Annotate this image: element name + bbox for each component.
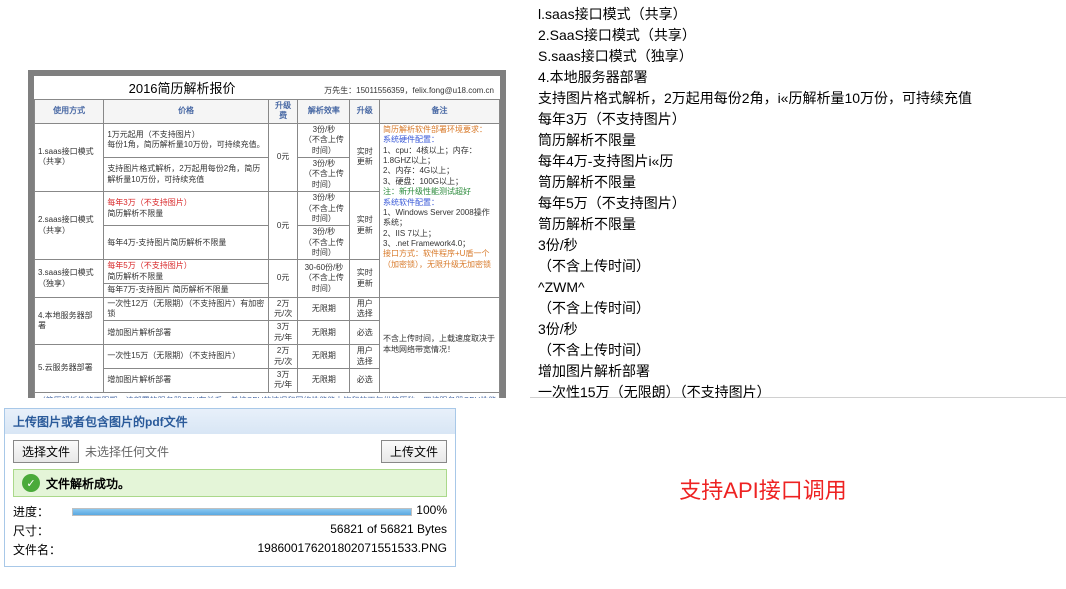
text-line: 筒历解析不限量 [538,130,1058,151]
doc-contact: 万先生：15011556359，felix.fong@u18.com.cn [324,85,494,96]
text-line: 笥历解析不限量 [538,214,1058,235]
choose-file-button[interactable]: 选择文件 [13,440,79,463]
text-line: 4.本地服务器部署 [538,67,1058,88]
text-line: 一次性15万（无限朗）（不支持图片） [538,382,1058,398]
doc-footnote: （简历解析性能不限期，请部署的服务器CPU有关系，单核CPU的情况和网络性能能力… [34,393,500,398]
text-line: S.saas接口模式（独享） [538,46,1058,67]
upload-panel: 上传图片或者包含图片的pdf文件 选择文件 未选择任何文件 上传文件 ✓ 文件解… [4,408,456,567]
text-line: （不含上传时间） [538,298,1058,319]
size-value: 56821 of 56821 Bytes [68,522,447,539]
check-icon: ✓ [22,474,40,492]
text-line: （不含上传时间） [538,340,1058,361]
success-message: ✓ 文件解析成功。 [13,469,447,497]
doc-title: 2016简历解析报价 [40,78,324,97]
size-label: 尺寸： [13,522,68,539]
progress-percent: 100% [416,503,447,520]
text-line: 增加图片解析部署 [538,361,1058,382]
progress-bar [72,508,412,516]
upload-header: 上传图片或者包含图片的pdf文件 [5,409,455,434]
api-support-text: 支持API接口调用 [460,398,1066,571]
text-line: 3份/秒 [538,235,1058,256]
text-line: 每年3万（不支持图片） [538,109,1058,130]
text-line: 支持图片格式解析，2万起用每份2角，i«历解析量10万份，可持续充值 [538,88,1058,109]
text-line: 3份/秒 [538,319,1058,340]
pricing-table: 使用方式 价格 升级费 解析效率 升级 备注 1.saas接口模式（共享） 1万… [34,99,500,393]
text-line: （不含上传时间） [538,256,1058,277]
progress-label: 进度： [13,503,68,520]
file-name-text: 未选择任何文件 [85,443,375,460]
text-line: 每年5万（不支持图片） [538,193,1058,214]
text-line: l.saas接口模式（共享） [538,4,1058,25]
upload-file-button[interactable]: 上传文件 [381,440,447,463]
filename-value: 198600176201802071551533.PNG [68,541,447,558]
pricing-document: 2016简历解析报价 万先生：15011556359，felix.fong@u1… [28,70,506,398]
text-line: ^ZWM^ [538,277,1058,298]
text-line: 笥历解析不限量 [538,172,1058,193]
text-line: 每年4万-支持图片i«历 [538,151,1058,172]
extracted-text-pane[interactable]: l.saas接口模式（共享）2.SaaS接口模式（共享）S.saas接口模式（独… [530,0,1066,398]
text-line: 2.SaaS接口模式（共享） [538,25,1058,46]
image-preview-pane: 2016简历解析报价 万先生：15011556359，felix.fong@u1… [0,0,530,398]
filename-label: 文件名： [13,541,68,558]
